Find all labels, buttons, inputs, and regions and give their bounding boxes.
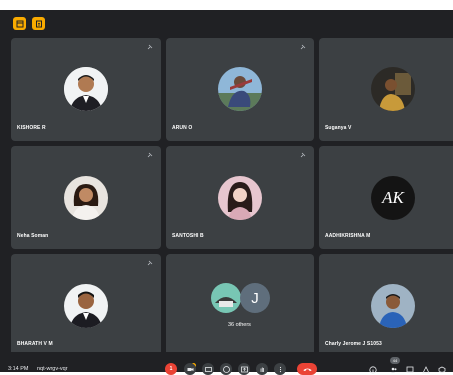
- hang-up-icon: [303, 368, 311, 371]
- avatar: J: [240, 283, 270, 313]
- present-button[interactable]: [238, 363, 250, 375]
- meeting-code: nqt-wrgv-vqr: [37, 366, 68, 372]
- participant-name: AADHIKRISHNA M: [325, 233, 371, 239]
- participant-tile[interactable]: ARUN O: [166, 38, 314, 141]
- mic-button[interactable]: 1: [165, 363, 177, 375]
- info-icon[interactable]: [369, 366, 377, 374]
- avatar: [64, 67, 108, 111]
- participant-tile[interactable]: Suganya V: [319, 38, 453, 141]
- camera-button[interactable]: [184, 363, 196, 375]
- participant-tile[interactable]: Neha Soman: [11, 146, 161, 249]
- pin-icon[interactable]: [147, 44, 153, 50]
- hand-icon: [260, 367, 264, 372]
- avatar-initial: J: [251, 289, 259, 307]
- clock: 3:14 PM: [8, 366, 29, 372]
- activities-button[interactable]: [32, 17, 45, 30]
- people-icon[interactable]: [390, 366, 398, 374]
- meet-window: KISHORE R ARUN O Suganya V Neha Soman SA…: [0, 10, 453, 372]
- emoji-button[interactable]: [220, 363, 232, 375]
- participant-name: BHARATH V M: [17, 341, 53, 347]
- clipboard-icon: [35, 20, 42, 27]
- others-tile[interactable]: J 36 others: [166, 254, 314, 357]
- chat-icon[interactable]: [406, 366, 414, 374]
- present-icon: [240, 366, 248, 372]
- host-controls-icon[interactable]: [438, 366, 446, 374]
- participant-name: Neha Soman: [17, 233, 49, 239]
- top-bar: [0, 10, 453, 36]
- more-options-button[interactable]: [274, 363, 286, 375]
- participant-tile[interactable]: Charly Jerome J S1053: [319, 254, 453, 357]
- leave-call-button[interactable]: [297, 363, 317, 375]
- pin-icon[interactable]: [147, 152, 153, 158]
- avatar: [211, 283, 241, 313]
- participant-name: ARUN O: [172, 125, 193, 131]
- activities-icon[interactable]: [422, 366, 430, 374]
- avatar: [64, 284, 108, 328]
- participant-name: KISHORE R: [17, 125, 46, 131]
- bottom-bar: 3:14 PM nqt-wrgv-vqr 1 44: [0, 352, 453, 375]
- avatar: [371, 284, 415, 328]
- emoji-icon: [222, 365, 230, 373]
- others-count-label: 36 others: [228, 322, 251, 328]
- camera-icon: [187, 367, 193, 371]
- captions-button[interactable]: [202, 363, 214, 375]
- raise-hand-button[interactable]: [256, 363, 268, 375]
- participants-count: 44: [390, 357, 400, 364]
- captions-icon: [204, 366, 212, 372]
- avatar-initials: AK: [382, 188, 404, 207]
- participant-name: Charly Jerome J S1053: [325, 341, 382, 347]
- avatar: [371, 67, 415, 111]
- avatar: [64, 176, 108, 220]
- avatar: [218, 67, 262, 111]
- participant-tile[interactable]: BHARATH V M: [11, 254, 161, 357]
- participant-tile[interactable]: KISHORE R: [11, 38, 161, 141]
- participant-name: Suganya V: [325, 125, 352, 131]
- chat-panel-button[interactable]: [13, 17, 26, 30]
- avatar: [218, 176, 262, 220]
- more-vert-icon: [279, 366, 281, 372]
- participant-name: SANTOSHI B: [172, 233, 204, 239]
- participant-tile[interactable]: AK AADHIKRISHNA M: [319, 146, 453, 249]
- participant-tile[interactable]: SANTOSHI B: [166, 146, 314, 249]
- pin-icon[interactable]: [300, 152, 306, 158]
- panel-icon: [16, 20, 23, 27]
- alert-count: 1: [169, 366, 173, 372]
- pin-icon[interactable]: [147, 260, 153, 266]
- pin-icon[interactable]: [300, 44, 306, 50]
- avatar: AK: [371, 176, 415, 220]
